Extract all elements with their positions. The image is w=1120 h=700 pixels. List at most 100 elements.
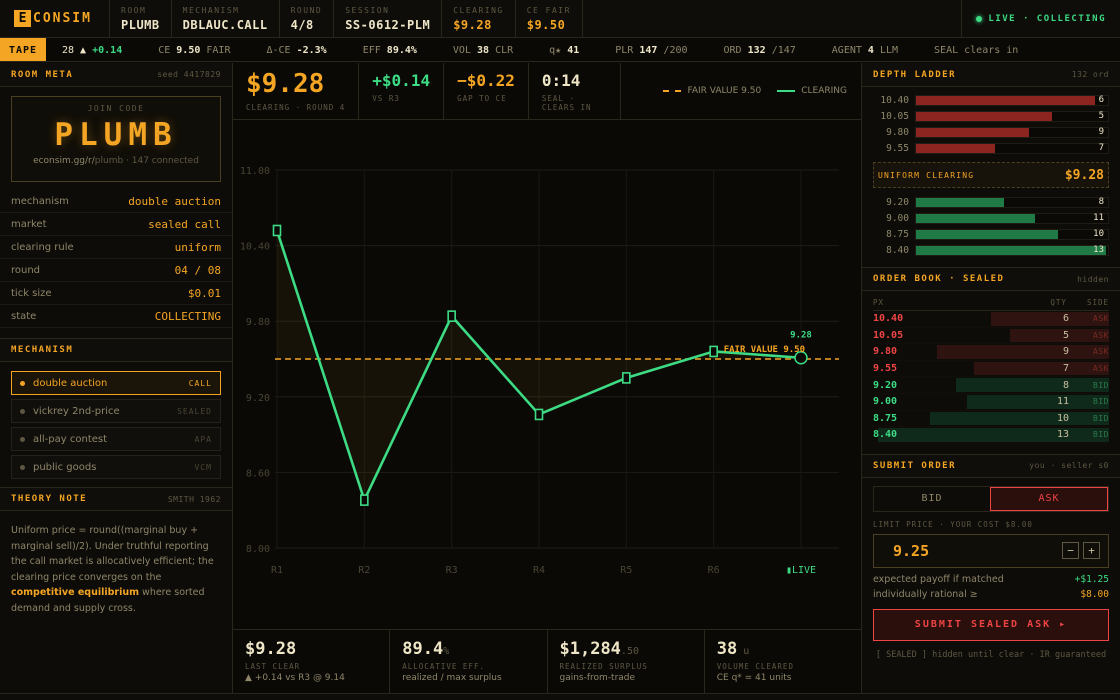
topbar-cell: SESSION SS-0612-PLM bbox=[334, 0, 443, 37]
y-tick-label: 8.60 bbox=[246, 468, 270, 479]
tape-item-value: 147 bbox=[639, 44, 658, 56]
clearing-swatch bbox=[777, 90, 796, 92]
brand-logo[interactable]: E CONSIM bbox=[0, 0, 110, 37]
mechanism-label: double auction bbox=[33, 377, 108, 389]
fair-value-swatch bbox=[663, 90, 682, 92]
tape-item: CE 9.50 FAIR bbox=[140, 45, 248, 56]
meta-row: round 04 / 08 bbox=[0, 259, 232, 282]
ladder-fill bbox=[916, 127, 1030, 137]
seal-timer-label: SEAL · CLEARS IN bbox=[541, 94, 592, 112]
meta-row: market sealed call bbox=[0, 213, 232, 236]
mechanism-option[interactable]: public goods VCM bbox=[11, 455, 221, 479]
ask-ladder: 10.40 6 10.05 5 9.80 9 9.55 7 bbox=[873, 92, 1109, 156]
tape-item: Δ-CE -2.3% bbox=[248, 45, 344, 56]
orderbook-header: ORDER BOOK · SEALED hidden bbox=[862, 267, 1120, 291]
meta-key: clearing rule bbox=[11, 241, 74, 253]
bid-tab[interactable]: BID bbox=[874, 487, 990, 511]
room-meta-title: ROOM META bbox=[11, 69, 74, 80]
mechanism-header: MECHANISM bbox=[0, 338, 232, 362]
join-url-host: econsim.gg/r/ bbox=[33, 156, 95, 166]
mechanism-title: MECHANISM bbox=[11, 345, 74, 355]
x-tick-label: R6 bbox=[708, 565, 720, 576]
submit-order-form: BID ASK LIMIT PRICE · YOUR COST $8.00 9.… bbox=[862, 478, 1120, 661]
topbar-cell: ROUND 4/8 bbox=[280, 0, 335, 37]
ladder-bar: 10 bbox=[915, 228, 1109, 240]
depth-ladder: 10.40 6 10.05 5 9.80 9 9.55 7 UNIFORM CLEARING … bbox=[862, 87, 1120, 258]
mechanism-option[interactable]: double auction CALL bbox=[11, 371, 221, 395]
orderbook-price: 10.05 bbox=[873, 329, 904, 341]
ladder-fill bbox=[916, 143, 995, 153]
bottom-stat-value: 38 u bbox=[717, 639, 849, 659]
tape-item-key: ORD bbox=[723, 44, 748, 56]
theory-text: Uniform price = round((marginal buy + ma… bbox=[11, 525, 214, 583]
bottom-stat-suffix: u bbox=[737, 646, 750, 657]
orderbook-depth-fill bbox=[929, 411, 1109, 426]
tape-item: AGENT 4 LLM bbox=[814, 45, 916, 56]
ladder-qty: 6 bbox=[1098, 94, 1104, 105]
meta-value: COLLECTING bbox=[154, 309, 221, 323]
join-code[interactable]: PLUMB bbox=[12, 117, 220, 153]
ladder-row: 9.80 9 bbox=[873, 124, 1109, 140]
bottom-stat: $9.28 LAST CLEAR ▲ +0.14 vs R3 @ 9.14 bbox=[233, 630, 391, 693]
ladder-fill bbox=[916, 197, 1005, 207]
submit-sealed-ask-button[interactable]: SUBMIT SEALED ASK ▸ bbox=[873, 608, 1109, 641]
join-url[interactable]: econsim.gg/r/plumb · 147 connected bbox=[12, 156, 220, 166]
legend-fair: FAIR VALUE 9.50 bbox=[687, 86, 762, 96]
stats-bar: $9.28 CLEARING · ROUND 4 +$0.14 VS R3 −$… bbox=[233, 63, 861, 120]
legend-clearing: CLEARING bbox=[801, 86, 847, 96]
radio-dot-icon bbox=[20, 436, 25, 442]
theory-citation: SMITH 1962 bbox=[167, 494, 221, 504]
ask-tab[interactable]: ASK bbox=[990, 486, 1108, 511]
meta-key: mechanism bbox=[11, 195, 69, 207]
ladder-row: 8.75 10 bbox=[873, 226, 1109, 242]
ladder-row: 10.40 6 bbox=[873, 92, 1109, 108]
bid-ladder: 9.20 8 9.00 11 8.75 10 8.40 13 bbox=[873, 194, 1109, 258]
bottom-stat-sub: ▲ +0.14 vs R3 @ 9.14 bbox=[245, 673, 345, 683]
topbar-cell-key: CE FAIR bbox=[526, 6, 571, 15]
meta-key: round bbox=[11, 264, 41, 276]
tape-item-key: VOL bbox=[452, 44, 477, 56]
mechanism-option[interactable]: all-pay contest APA bbox=[11, 427, 221, 451]
uniform-clearing-label: UNIFORM CLEARING bbox=[878, 170, 975, 180]
tape-item-value: 41 bbox=[567, 44, 580, 56]
depth-header: DEPTH LADDER 132 ord bbox=[862, 63, 1120, 87]
ladder-row: 10.05 5 bbox=[873, 108, 1109, 124]
payoff-label: expected payoff if matched bbox=[873, 573, 1004, 585]
bottom-stat-suffix: % bbox=[443, 646, 450, 657]
join-code-box[interactable]: JOIN CODE PLUMB econsim.gg/r/plumb · 147… bbox=[11, 96, 221, 182]
clearing-price: $9.28 bbox=[246, 69, 325, 99]
ticker-tape: TAPE 28 ▲ +0.14 CE 9.50 FAIR Δ-CE -2.3% EFF… bbox=[0, 38, 1120, 62]
footer-bar bbox=[0, 693, 1120, 700]
bottom-stat-label: LAST CLEAR bbox=[245, 662, 301, 671]
orderbook-qty: 7 bbox=[1062, 363, 1069, 375]
limit-price-input[interactable]: 9.25 − + bbox=[873, 533, 1109, 568]
meta-key: state bbox=[11, 310, 37, 322]
radio-dot-icon bbox=[20, 380, 25, 386]
tape-item-key: 28 ▲ bbox=[62, 44, 93, 56]
decrement-button[interactable]: − bbox=[1062, 542, 1079, 560]
session-info-cells: ROOM PLUMB MECHANISM DBLAUC.CALL ROUND 4/8 SES… bbox=[110, 0, 583, 37]
mechanism-option[interactable]: vickrey 2nd-price SEALED bbox=[11, 399, 221, 423]
bottom-stat-sub: CE q* = 41 units bbox=[716, 673, 792, 683]
live-status: LIVE · COLLECTING bbox=[961, 0, 1120, 37]
topbar-cell-value: $9.28 bbox=[453, 18, 492, 32]
join-code-label: JOIN CODE bbox=[87, 104, 145, 113]
ladder-price: 8.75 bbox=[886, 228, 909, 240]
stat-gap: −$0.22 GAP TO CE bbox=[444, 63, 529, 119]
ir-row: individually rational ≥ $8.00 bbox=[873, 589, 1109, 600]
mechanism-tag: CALL bbox=[188, 378, 212, 388]
increment-button[interactable]: + bbox=[1083, 542, 1100, 560]
bottom-stats: $9.28 LAST CLEAR ▲ +0.14 vs R3 @ 9.14 89.4%… bbox=[233, 629, 861, 693]
ladder-price: 9.80 bbox=[886, 126, 909, 138]
ladder-qty: 8 bbox=[1098, 196, 1104, 207]
tape-item-value: 9.50 bbox=[176, 44, 201, 56]
live-status-text: LIVE · COLLECTING bbox=[988, 13, 1106, 24]
ladder-bar: 8 bbox=[915, 196, 1109, 208]
topbar-cell-value: SS-0612-PLM bbox=[345, 18, 431, 32]
limit-price-value[interactable]: 9.25 bbox=[893, 542, 929, 560]
y-tick-label: 10.40 bbox=[240, 242, 270, 253]
mechanism-tag: APA bbox=[194, 434, 212, 444]
data-point bbox=[272, 224, 282, 237]
bottom-stat-number: $1,284 bbox=[559, 639, 621, 659]
theory-header: THEORY NOTE SMITH 1962 bbox=[0, 487, 232, 511]
